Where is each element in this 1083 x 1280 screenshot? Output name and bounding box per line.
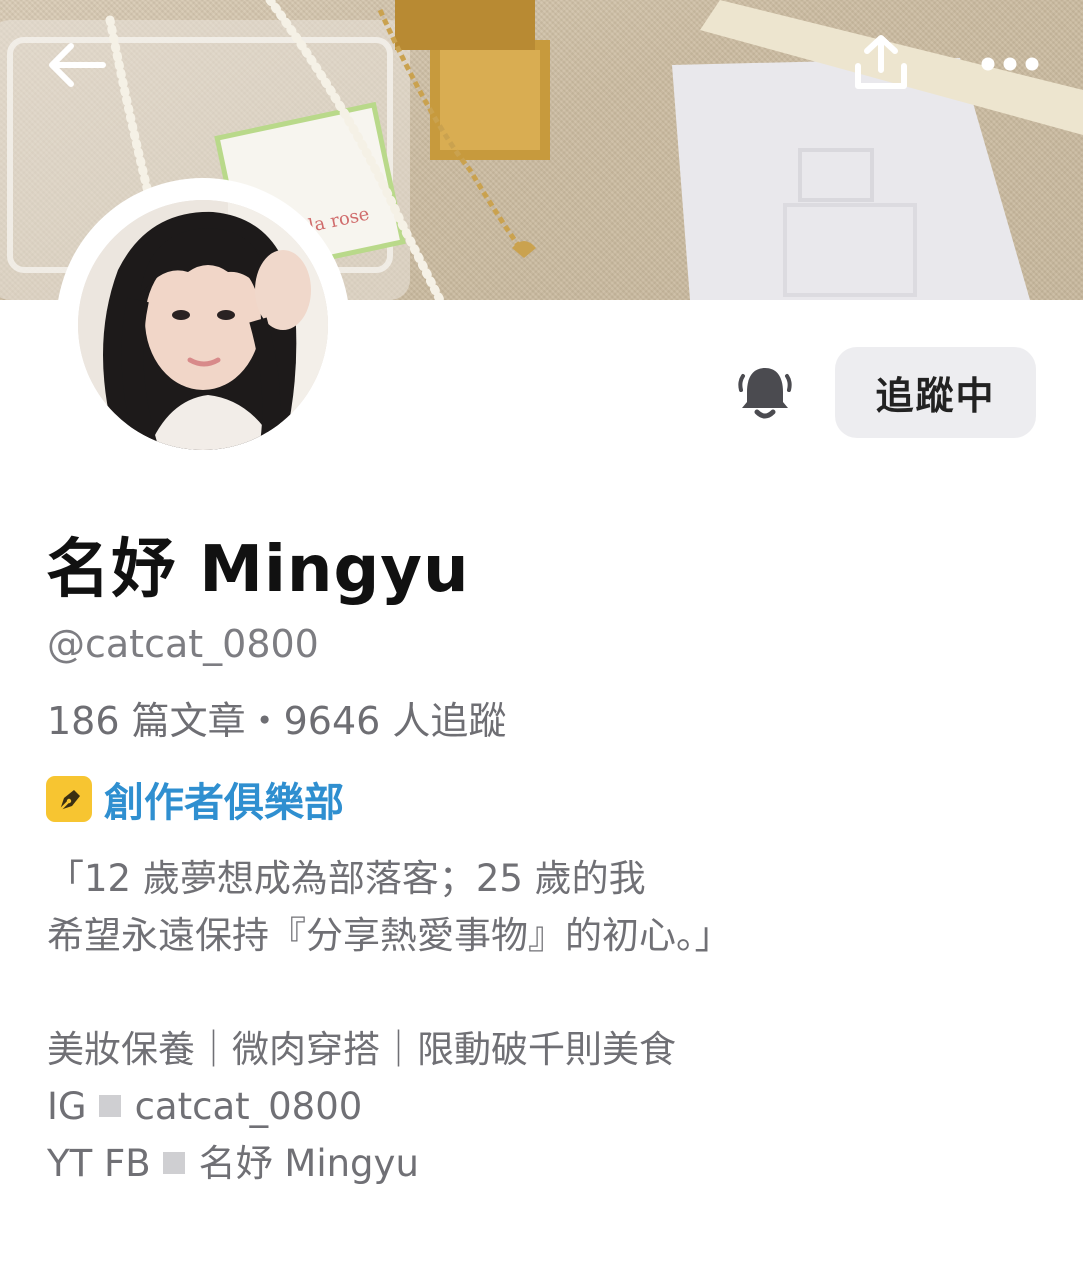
avatar-photo xyxy=(78,200,328,450)
ig-label: IG xyxy=(47,1085,87,1128)
profile-bio: 「12 歲夢想成為部落客；25 歲的我 希望永遠保持『分享熱愛事物』的初心。」 … xyxy=(47,850,1047,1192)
profile-stats[interactable]: 186 篇文章・9646 人追蹤 xyxy=(47,690,506,745)
bell-icon xyxy=(738,368,792,419)
share-button[interactable] xyxy=(846,28,916,98)
ig-handle: catcat_0800 xyxy=(134,1085,363,1128)
following-button[interactable]: 追蹤中 xyxy=(835,347,1036,438)
creator-club-link[interactable]: 創作者俱樂部 xyxy=(46,770,344,828)
bio-line: 「12 歲夢想成為部落客；25 歲的我 xyxy=(47,857,646,900)
profile-handle: @catcat_0800 xyxy=(47,622,319,666)
yt-fb-name: 名妤 Mingyu xyxy=(198,1142,419,1185)
bio-spacer xyxy=(47,964,1047,1021)
yt-fb-label: YT FB xyxy=(47,1142,151,1185)
more-options-button[interactable] xyxy=(970,36,1050,92)
bio-yt-line: YT FB 名妤 Mingyu xyxy=(47,1135,1047,1192)
bio-line: 美妝保養｜微肉穿搭｜限動破千則美食 xyxy=(47,1028,676,1071)
square-bullet-icon xyxy=(162,1151,185,1174)
bio-line: 希望永遠保持『分享熱愛事物』的初心。」 xyxy=(47,914,732,957)
creator-club-label: 創作者俱樂部 xyxy=(104,780,344,826)
notification-bell-button[interactable] xyxy=(730,358,800,428)
avatar[interactable] xyxy=(56,178,350,472)
more-dots-icon xyxy=(981,57,1039,71)
share-upload-icon xyxy=(855,35,907,89)
arrow-left-icon xyxy=(49,43,106,87)
bio-ig-line: IG catcat_0800 xyxy=(47,1078,1047,1135)
square-bullet-icon xyxy=(98,1094,121,1117)
profile-name: 名妤 Mingyu xyxy=(46,533,470,607)
pen-nib-icon xyxy=(46,776,92,822)
back-button[interactable] xyxy=(36,30,116,100)
